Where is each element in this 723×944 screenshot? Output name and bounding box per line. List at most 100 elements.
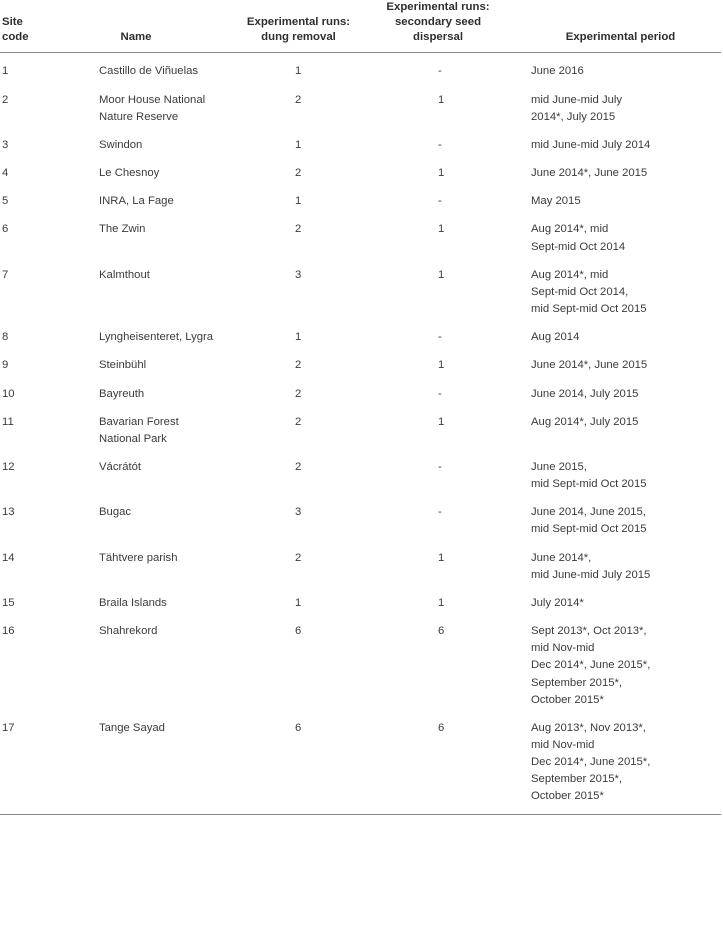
cell-line: July 2014* — [531, 596, 584, 609]
cell-experimental-period: mid June-mid July 2014*, July 2015 — [512, 81, 721, 126]
cell-site-name: Vácrátót — [49, 448, 227, 493]
cell-runs-dung-removal: 1 — [295, 596, 302, 609]
cell-line: Aug 2014*, mid — [531, 223, 609, 236]
cell-runs-secondary-seed-dispersal: - — [438, 387, 442, 400]
table-row: 1 Castillo de Viñuelas 1 - June 2016 — [0, 53, 721, 81]
cell-experimental-period: Sept 2013*, Oct 2013*, mid Nov-mid Dec 201… — [512, 612, 721, 709]
cell-site-code: 17 — [2, 721, 15, 734]
column-header-line: secondary seed — [394, 16, 482, 29]
cell-site-name: INRA, La Fage — [49, 182, 227, 210]
cell-line: mid Sept-mid Oct 2015 — [531, 523, 647, 536]
cell-runs-secondary-seed-dispersal: - — [438, 506, 442, 519]
cell-line: June 2014*, June 2015 — [531, 167, 648, 180]
cell-line: May 2015 — [531, 195, 581, 208]
cell-runs-secondary-seed-dispersal: - — [438, 138, 442, 151]
table-row: 12 Vácrátót 2 - June 2015, mid Sept-mid Oct 2… — [0, 448, 721, 493]
cell-line: Bugac — [99, 506, 132, 519]
cell-site-name: Bavarian Forest National Park — [49, 403, 227, 448]
cell-experimental-period: June 2014*, June 2015 — [512, 154, 721, 182]
cell-line: mid Sept-mid Oct 2015 — [531, 478, 647, 491]
cell-experimental-period: Aug 2014*, mid Sept-mid Oct 2014, mid Sept… — [512, 256, 721, 318]
cell-line: Tähtvere parish — [99, 551, 178, 564]
column-header-line: dispersal — [412, 31, 464, 44]
table-row: 7 Kalmthout 3 1 Aug 2014*, mid Sept-mid Oct 2… — [0, 256, 721, 318]
cell-runs-dung-removal: 1 — [295, 65, 302, 78]
cell-runs-dung-removal: 2 — [295, 223, 302, 236]
cell-runs-dung-removal: 2 — [295, 551, 302, 564]
cell-runs-secondary-seed-dispersal: - — [438, 460, 442, 473]
cell-line: Sept 2013*, Oct 2013*, — [531, 625, 647, 638]
cell-line: Lyngheisenteret, Lygra — [99, 331, 214, 344]
table-row: 2 Moor House National Nature Reserve 2 1 mid … — [0, 81, 721, 126]
table-row: 13 Bugac 3 - June 2014, June 2015, mid Sept-m… — [0, 493, 721, 538]
cell-experimental-period: Aug 2014 — [512, 318, 721, 346]
cell-runs-secondary-seed-dispersal: 1 — [438, 167, 445, 180]
cell-line: Aug 2014*, mid — [531, 268, 609, 281]
cell-line: Tange Sayad — [99, 721, 165, 734]
cell-site-name: Le Chesnoy — [49, 154, 227, 182]
column-header-line: dung removal — [261, 31, 336, 44]
cell-line: INRA, La Fage — [99, 195, 174, 208]
cell-site-name: Lyngheisenteret, Lygra — [49, 318, 227, 346]
cell-runs-secondary-seed-dispersal: - — [438, 65, 442, 78]
table-row: 6 The Zwin 2 1 Aug 2014*, mid Sept-mid Oct 20… — [0, 210, 721, 255]
cell-line: Castillo de Viñuelas — [99, 65, 199, 78]
table-row: 5 INRA, La Fage 1 - May 2015 — [0, 182, 721, 210]
cell-line: mid Nov-mid — [531, 642, 595, 655]
column-header-runs-secondary-seed-dispersal: Experimental runs: secondary seed dispersa… — [362, 0, 512, 53]
cell-line: June 2015, — [531, 460, 587, 473]
table-row: 4 Le Chesnoy 2 1 June 2014*, June 2015 — [0, 154, 721, 182]
cell-line: mid June-mid July 2015 — [531, 568, 651, 581]
cell-runs-dung-removal: 3 — [295, 506, 302, 519]
cell-runs-secondary-seed-dispersal: 1 — [438, 551, 445, 564]
cell-runs-secondary-seed-dispersal: 1 — [438, 596, 445, 609]
cell-runs-secondary-seed-dispersal: 1 — [438, 415, 445, 428]
cell-line: Dec 2014*, June 2015*, — [531, 756, 651, 769]
cell-line: Dec 2014*, June 2015*, — [531, 659, 651, 672]
cell-line: October 2015* — [531, 790, 604, 803]
cell-line: Aug 2014*, July 2015 — [531, 415, 639, 428]
cell-line: mid June-mid July — [531, 93, 623, 106]
cell-line: The Zwin — [99, 223, 146, 236]
cell-experimental-period: June 2015, mid Sept-mid Oct 2015 — [512, 448, 721, 493]
cell-site-code: 11 — [2, 415, 14, 428]
table-row: 11 Bavarian Forest National Park 2 1 Aug 2014… — [0, 403, 721, 448]
cell-line: Shahrekord — [99, 625, 158, 638]
cell-site-name: Bayreuth — [49, 375, 227, 403]
cell-runs-dung-removal: 1 — [295, 195, 302, 208]
cell-line: Braila Islands — [99, 596, 167, 609]
cell-runs-dung-removal: 2 — [295, 167, 302, 180]
cell-runs-dung-removal: 3 — [295, 268, 302, 281]
cell-runs-secondary-seed-dispersal: - — [438, 331, 442, 344]
cell-line: mid Nov-mid — [531, 739, 595, 751]
cell-runs-dung-removal: 2 — [295, 415, 302, 428]
cell-experimental-period: June 2016 — [512, 53, 721, 81]
cell-runs-dung-removal: 1 — [295, 138, 302, 151]
cell-line: October 2015* — [531, 693, 604, 706]
cell-site-name: Shahrekord — [49, 612, 227, 709]
cell-line: Moor House National — [99, 93, 206, 106]
cell-line: Aug 2014 — [531, 331, 580, 344]
table-row: 3 Swindon 1 - mid June-mid July 2014 — [0, 126, 721, 154]
column-header-line: Experimental runs: — [386, 1, 490, 13]
cell-site-code: 1 — [2, 65, 9, 78]
cell-site-name: The Zwin — [49, 210, 227, 255]
cell-line: Aug 2013*, Nov 2013*, — [531, 721, 646, 734]
cell-runs-dung-removal: 2 — [295, 93, 302, 106]
cell-runs-dung-removal: 2 — [295, 359, 302, 372]
column-header-name: Name — [49, 0, 227, 53]
column-header-site-code: Site code — [0, 0, 49, 53]
column-header-line: Name — [120, 31, 152, 44]
table-row: 10 Bayreuth 2 - June 2014, July 2015 — [0, 375, 721, 403]
cell-experimental-period: June 2014*, mid June-mid July 2015 — [512, 539, 721, 584]
column-header-runs-dung-removal: Experimental runs: dung removal — [227, 0, 362, 53]
cell-line: Kalmthout — [99, 268, 150, 281]
table-row: 16 Shahrekord 6 6 Sept 2013*, Oct 2013*, mid … — [0, 612, 721, 709]
cell-line: Bavarian Forest — [99, 415, 179, 428]
cell-runs-dung-removal: 6 — [295, 625, 302, 638]
cell-line: September 2015*, — [531, 773, 623, 786]
cell-runs-secondary-seed-dispersal: 6 — [438, 625, 445, 638]
cell-site-code: 13 — [2, 506, 15, 519]
table-row: 9 Steinbühl 2 1 June 2014*, June 2015 — [0, 346, 721, 374]
cell-site-code: 2 — [2, 93, 9, 106]
